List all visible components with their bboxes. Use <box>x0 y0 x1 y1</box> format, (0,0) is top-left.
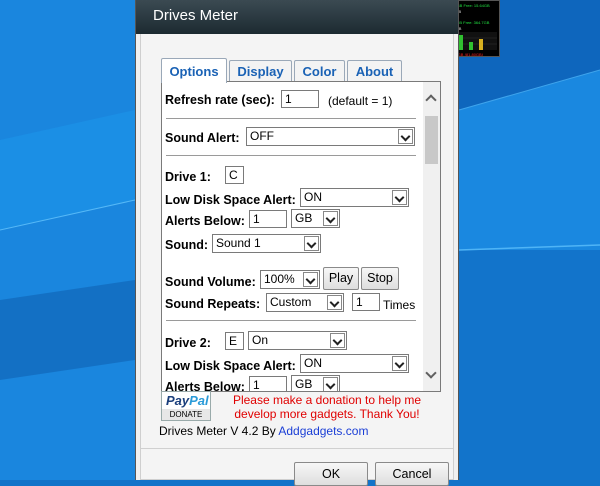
addgadgets-link[interactable]: Addgadgets.com <box>278 424 368 438</box>
drive-1-repeats-count-input[interactable]: 1 <box>352 293 380 311</box>
times-label: Times <box>383 298 416 312</box>
drive-2-state-value: On <box>252 333 269 347</box>
sound-alert-select[interactable]: OFF <box>246 127 415 146</box>
chevron-down-icon <box>323 211 338 226</box>
scroll-up-arrow-icon[interactable] <box>423 90 440 107</box>
drive-1-volume-label: Sound Volume: <box>165 275 256 289</box>
divider <box>166 155 416 156</box>
drive-1-low-disk-label: Low Disk Space Alert: <box>165 193 296 207</box>
scrollbar-thumb[interactable] <box>425 116 438 164</box>
paypal-logo: PayPal <box>166 393 209 408</box>
refresh-rate-label: Refresh rate (sec): <box>165 93 275 107</box>
drive-1-repeats-label: Sound Repeats: <box>165 297 261 311</box>
drive-1-alerts-below-label: Alerts Below: <box>165 214 245 228</box>
drive-1-sound-value: Sound 1 <box>216 236 261 250</box>
cancel-button[interactable]: Cancel <box>375 462 449 486</box>
drive-1-alerts-below-input[interactable]: 1 <box>249 210 287 228</box>
settings-dialog: Drives Meter Options Display Color About… <box>135 0 459 486</box>
window-title: Drives Meter <box>153 7 239 24</box>
sound-alert-label: Sound Alert: <box>165 131 240 145</box>
chevron-down-icon <box>330 333 345 348</box>
tab-about[interactable]: About <box>347 60 402 82</box>
divider <box>166 320 416 321</box>
drive-2-state-select[interactable]: On <box>248 331 347 350</box>
chevron-down-icon <box>303 272 318 287</box>
title-bar[interactable]: Drives Meter <box>136 0 458 34</box>
drive-1-volume-value: 100% <box>264 272 295 286</box>
chevron-down-icon <box>304 236 319 251</box>
tab-options[interactable]: Options <box>161 58 227 83</box>
sound-alert-value: OFF <box>250 129 274 143</box>
drive-2-unit-value: GB <box>295 377 313 391</box>
drive-1-volume-select[interactable]: 100% <box>260 270 320 289</box>
version-info: Drives Meter V 4.2 By Addgadgets.com <box>159 424 368 438</box>
chevron-down-icon <box>398 129 413 144</box>
drive-1-unit-select[interactable]: GB <box>291 209 340 228</box>
chevron-down-icon <box>392 190 407 205</box>
drive-1-sound-select[interactable]: Sound 1 <box>212 234 321 253</box>
drive-2-letter-input[interactable]: E <box>225 332 244 350</box>
drive-2-low-disk-select[interactable]: ON <box>300 354 409 373</box>
options-panel: Refresh rate (sec): 1 (default = 1) Soun… <box>161 81 441 392</box>
footer-divider <box>141 448 453 449</box>
drive-1-letter-input[interactable]: C <box>225 166 244 184</box>
divider <box>166 118 416 119</box>
drive-1-repeats-value: Custom <box>270 295 312 309</box>
scroll-down-arrow-icon[interactable] <box>423 366 440 383</box>
version-text: Drives Meter V 4.2 By <box>159 424 279 438</box>
tab-color[interactable]: Color <box>294 60 345 82</box>
chevron-down-icon <box>327 295 342 310</box>
drive-1-unit-value: GB <box>295 211 313 225</box>
paypal-donate-label: DONATE <box>162 409 210 420</box>
paypal-donate-button[interactable]: PayPal DONATE <box>161 391 211 421</box>
panel-scrollbar[interactable] <box>423 82 440 391</box>
chevron-down-icon <box>323 377 338 391</box>
donation-message: Please make a donation to help me develo… <box>232 393 422 421</box>
drive-2-low-disk-label: Low Disk Space Alert: <box>165 359 296 373</box>
drive-2-unit-select[interactable]: GB <box>291 375 340 391</box>
stop-button[interactable]: Stop <box>361 267 399 290</box>
drive-1-low-disk-value: ON <box>304 190 322 204</box>
refresh-default-note: (default = 1) <box>328 94 393 108</box>
drive-2-label: Drive 2: <box>165 336 211 350</box>
tab-display[interactable]: Display <box>229 60 292 82</box>
chevron-down-icon <box>392 356 407 371</box>
dialog-body: Options Display Color About Refresh rate… <box>140 34 454 486</box>
ok-button[interactable]: OK <box>294 462 368 486</box>
drive-2-alerts-below-input[interactable]: 1 <box>249 376 287 391</box>
refresh-rate-input[interactable]: 1 <box>281 90 319 108</box>
drive-1-low-disk-select[interactable]: ON <box>300 188 409 207</box>
drive-2-low-disk-value: ON <box>304 356 322 370</box>
drive-1-repeats-select[interactable]: Custom <box>266 293 344 312</box>
drive-1-label: Drive 1: <box>165 170 211 184</box>
play-button[interactable]: Play <box>323 267 359 290</box>
drive-1-sound-label: Sound: <box>165 238 209 252</box>
